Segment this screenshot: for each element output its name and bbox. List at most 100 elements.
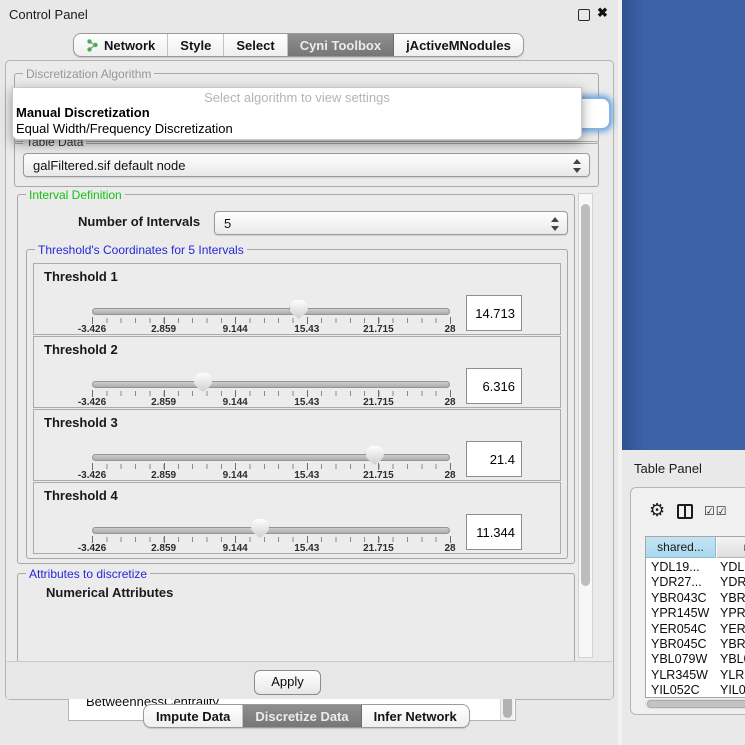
major-tick [307,536,308,543]
tab-cyni-toolbox[interactable]: Cyni Toolbox [288,34,394,56]
close-icon[interactable]: ✖ [597,5,608,21]
threshold-3-slider-thumb[interactable] [366,446,384,465]
threshold-row-3: Threshold 3 -3.426 2.859 9.144 15.4 [33,409,561,481]
table-row[interactable]: YBR045CYBR0... [646,637,745,652]
tick-label: 28 [444,397,455,408]
threshold-2-slider-thumb[interactable] [194,373,212,392]
threshold-1-slider-thumb[interactable] [290,300,308,319]
table-data-combo-value: galFiltered.sif default node [33,158,185,173]
tick-label: 15.43 [294,543,319,554]
tick-label: -3.426 [78,397,106,408]
panel-title: Control Panel [9,7,88,22]
table-row[interactable]: YBR043CYBR0... [646,591,745,606]
tick-label: 15.43 [294,324,319,335]
cell: YBR0... [720,637,745,651]
tab-network[interactable]: Network [74,34,168,56]
threshold-row-4: Threshold 4 -3.426 2.859 9.144 15.4 [33,482,561,554]
table-panel: Table Panel ⚙ ☑☑ shared... n... YDL19...… [622,450,745,745]
columns-icon[interactable] [677,504,693,519]
tab-discretize-data-label: Discretize Data [255,709,348,724]
tick-label: -3.426 [78,543,106,554]
popup-option-equal-width-frequency[interactable]: Equal Width/Frequency Discretization [13,121,581,137]
threshold-4-value-field[interactable]: 11.344 [466,514,522,550]
algorithm-dropdown-popup: Select algorithm to view settings Manual… [12,87,582,140]
cell: YLR3... [720,668,745,682]
tab-style-label: Style [180,38,211,53]
tick-label: 15.43 [294,397,319,408]
table-row[interactable]: YDL19...YDL1... [646,560,745,575]
table-row[interactable]: YDR27...YDR2... [646,575,745,590]
tick-label: 21.715 [363,397,394,408]
tab-select[interactable]: Select [224,34,287,56]
combo-stepper-icon [550,217,559,231]
cell: YER054C [651,622,707,636]
threshold-3-slider-track[interactable] [92,454,450,461]
panel-scrollbar-thumb[interactable] [581,204,590,586]
tick-label: -3.426 [78,470,106,481]
gear-icon[interactable]: ⚙ [649,501,665,519]
tick-label: 21.715 [363,543,394,554]
cell: YER0... [720,622,745,636]
popup-option-manual-discretization[interactable]: Manual Discretization [13,105,581,121]
app-root: Control Panel ✖ Network Style Select Cyn… [0,0,745,745]
table-row[interactable]: YIL052CYIL0... [646,683,745,698]
tick-label: 21.715 [363,470,394,481]
cell: YDL19... [651,560,700,574]
tick-label: 28 [444,324,455,335]
tick-label: 2.859 [151,324,176,335]
control-panel-titlebar: Control Panel ✖ [0,0,618,28]
num-intervals-combo[interactable]: 5 [214,211,568,235]
thresholds-group-title: Threshold's Coordinates for 5 Intervals [35,243,247,257]
tab-select-label: Select [236,38,274,53]
major-tick [164,317,165,324]
cell: YBR0... [720,591,745,605]
num-intervals-label: Number of Intervals [78,214,200,229]
threshold-1-slider-track[interactable] [92,308,450,315]
threshold-1-value-field[interactable]: 14.713 [466,295,522,331]
threshold-4-slider-thumb[interactable] [251,519,269,538]
cell: YIL0... [720,683,745,697]
minor-ticks [92,537,451,542]
major-tick [450,463,451,470]
tab-jactivemnodules[interactable]: jActiveMNodules [394,34,523,56]
bottom-tab-strip: Impute Data Discretize Data Infer Networ… [143,704,470,728]
threshold-4-slider-track[interactable] [92,527,450,534]
table-row[interactable]: YBL079WYBL0... [646,652,745,667]
select-columns-checkbox-icons[interactable]: ☑☑ [704,504,728,518]
apply-bar: Apply [7,661,612,699]
cell: YBL0... [720,652,745,666]
table-row[interactable]: YER054C YER0... [646,622,745,637]
column-header-name[interactable]: n... [717,537,745,558]
tab-impute-data[interactable]: Impute Data [144,705,243,727]
tab-infer-network-label: Infer Network [374,709,457,724]
thresholds-group: Threshold's Coordinates for 5 Intervals … [26,249,568,559]
major-tick [235,536,236,543]
major-tick [378,536,379,543]
cell: YDR2... [720,575,745,589]
tick-label: 9.144 [223,397,248,408]
major-tick [235,390,236,397]
threshold-2-slider-track[interactable] [92,381,450,388]
column-header-shared-name[interactable]: shared... [646,537,716,558]
tab-infer-network[interactable]: Infer Network [362,705,469,727]
table-horizontal-scrollbar[interactable] [645,699,745,709]
tab-style[interactable]: Style [168,34,224,56]
table-row[interactable]: YPR145WYPR1... [646,606,745,621]
table-data-combo[interactable]: galFiltered.sif default node [23,153,590,177]
panel-scrollbar[interactable] [578,193,593,658]
tab-discretize-data[interactable]: Discretize Data [243,705,361,727]
major-tick [307,390,308,397]
threshold-2-value-field[interactable]: 6.316 [466,368,522,404]
tick-label: 21.715 [363,324,394,335]
major-tick [164,463,165,470]
apply-button[interactable]: Apply [254,670,321,695]
threshold-3-value-field[interactable]: 21.4 [466,441,522,477]
tick-label: 2.859 [151,470,176,481]
major-tick [378,463,379,470]
cell: YPR1... [720,606,745,620]
tick-label: 2.859 [151,397,176,408]
control-panel: Control Panel ✖ Network Style Select Cyn… [0,0,618,745]
table-horizontal-scrollbar-thumb[interactable] [647,700,745,708]
table-row[interactable]: YLR345WYLR3... [646,668,745,683]
float-window-icon[interactable] [578,9,590,21]
